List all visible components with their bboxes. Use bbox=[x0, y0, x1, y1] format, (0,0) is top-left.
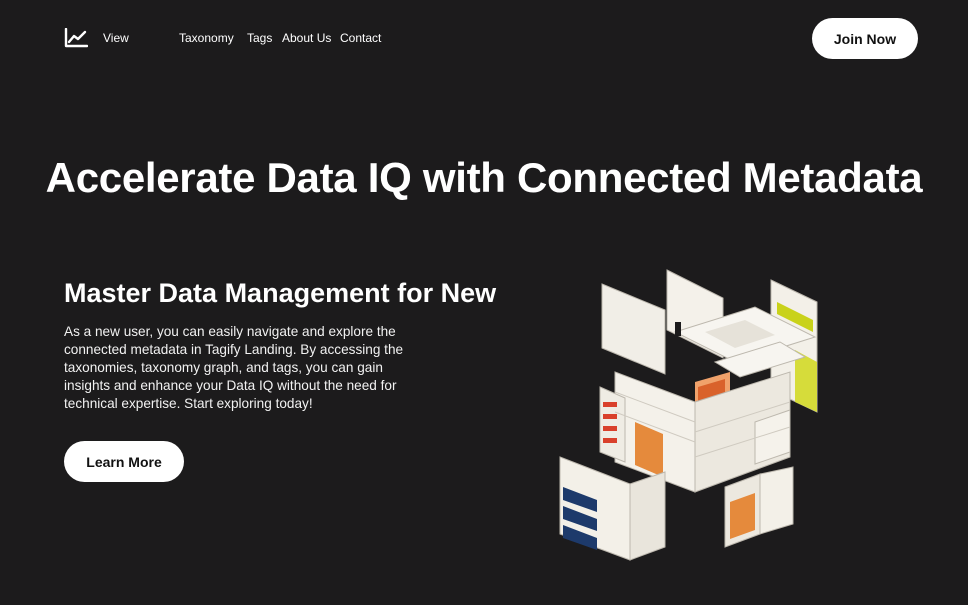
nav-link-contact[interactable]: Contact bbox=[340, 31, 381, 45]
line-chart-icon[interactable] bbox=[64, 28, 88, 48]
hero-title: Accelerate Data IQ with Connected Metada… bbox=[45, 154, 923, 201]
nav-link-about-us[interactable]: About Us bbox=[282, 31, 331, 45]
join-now-button[interactable]: Join Now bbox=[812, 18, 918, 59]
section-body-text: As a new user, you can easily navigate a… bbox=[64, 324, 404, 411]
learn-more-button[interactable]: Learn More bbox=[64, 441, 184, 482]
top-nav: View Taxonomy Tags About Us Contact Join… bbox=[0, 0, 968, 78]
nav-link-taxonomy[interactable]: Taxonomy bbox=[179, 31, 234, 45]
nav-link-tags[interactable]: Tags bbox=[247, 31, 272, 45]
nav-link-view[interactable]: View bbox=[103, 31, 129, 45]
isometric-data-blocks-illustration bbox=[559, 269, 818, 561]
section-heading: Master Data Management for New bbox=[64, 278, 497, 308]
